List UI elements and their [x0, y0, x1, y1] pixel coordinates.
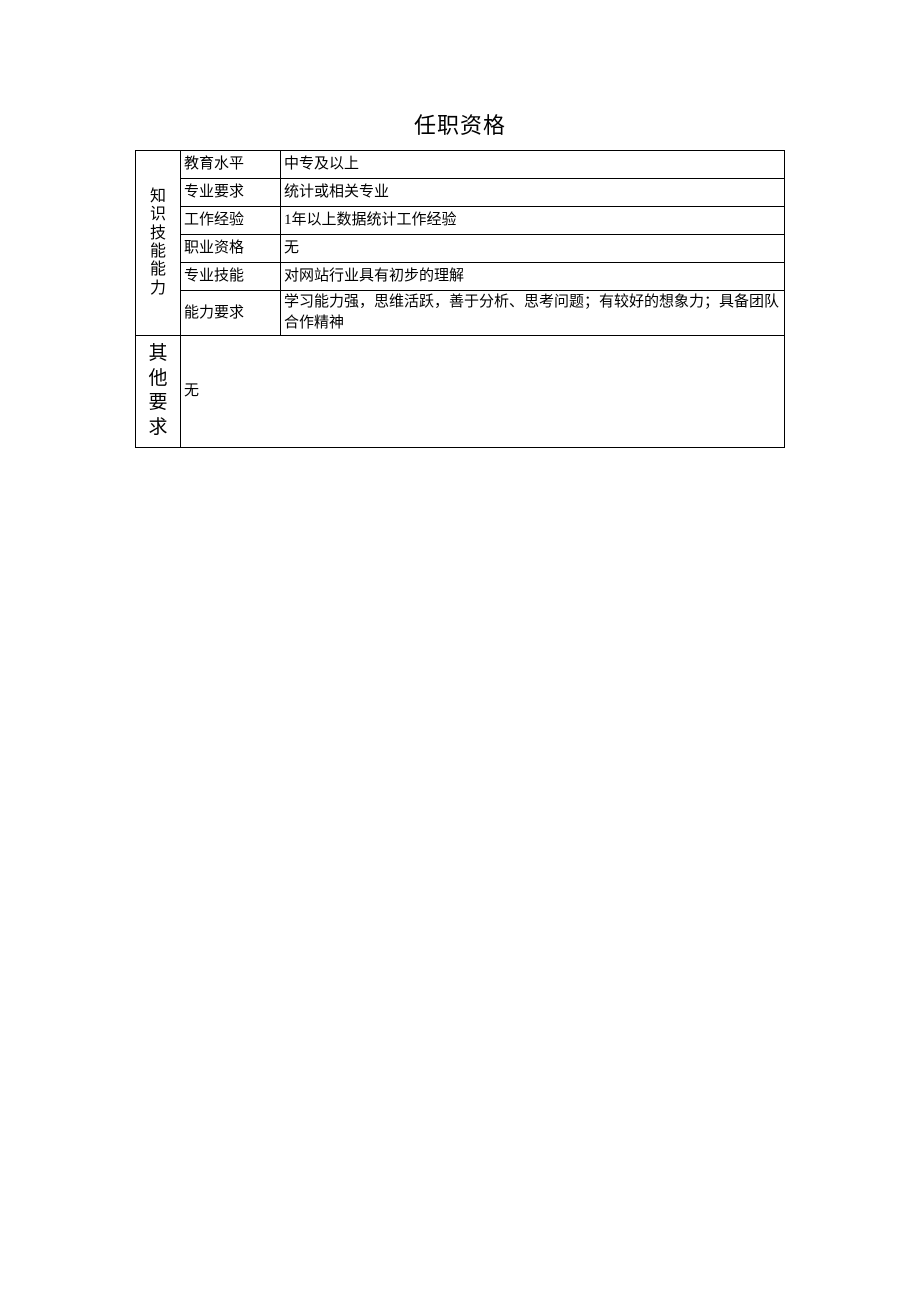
- table-row: 专业技能 对网站行业具有初步的理解: [136, 263, 785, 291]
- table-row: 知 识 技 能 能 力 教育水平 中专及以上: [136, 151, 785, 179]
- table-row: 职业资格 无: [136, 235, 785, 263]
- row-label: 专业技能: [181, 263, 281, 291]
- row-label: 工作经验: [181, 207, 281, 235]
- row-value: 学习能力强，思维活跃，善于分析、思考问题；有较好的想象力；具备团队合作精神: [281, 291, 785, 336]
- qualification-table: 知 识 技 能 能 力 教育水平 中专及以上 专业要求 统计或相关专业 工作经验…: [135, 150, 785, 448]
- row-value: 中专及以上: [281, 151, 785, 179]
- other-value: 无: [181, 336, 785, 448]
- row-label: 教育水平: [181, 151, 281, 179]
- row-value: 对网站行业具有初步的理解: [281, 263, 785, 291]
- table-row: 能力要求 学习能力强，思维活跃，善于分析、思考问题；有较好的想象力；具备团队合作…: [136, 291, 785, 336]
- row-label: 能力要求: [181, 291, 281, 336]
- row-value: 1年以上数据统计工作经验: [281, 207, 785, 235]
- row-label: 专业要求: [181, 179, 281, 207]
- row-value: 统计或相关专业: [281, 179, 785, 207]
- section-header-knowledge: 知 识 技 能 能 力: [136, 151, 181, 336]
- row-label: 职业资格: [181, 235, 281, 263]
- table-row: 工作经验 1年以上数据统计工作经验: [136, 207, 785, 235]
- row-value: 无: [281, 235, 785, 263]
- section-header-text: 知 识 技 能 能 力: [136, 188, 180, 298]
- page-title: 任职资格: [135, 108, 785, 140]
- section-header-other: 其 他 要 求: [136, 336, 181, 448]
- table-row: 其 他 要 求 无: [136, 336, 785, 448]
- table-row: 专业要求 统计或相关专业: [136, 179, 785, 207]
